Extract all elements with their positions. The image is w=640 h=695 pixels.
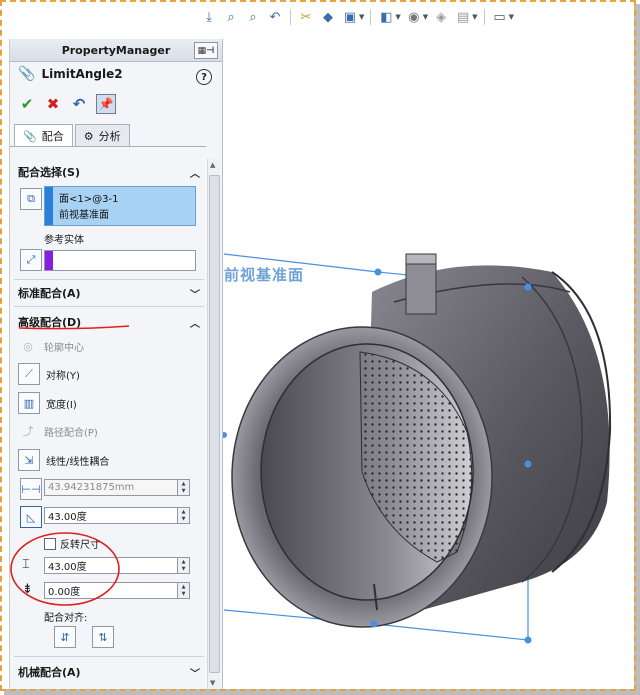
screenshot-border [0,0,636,691]
